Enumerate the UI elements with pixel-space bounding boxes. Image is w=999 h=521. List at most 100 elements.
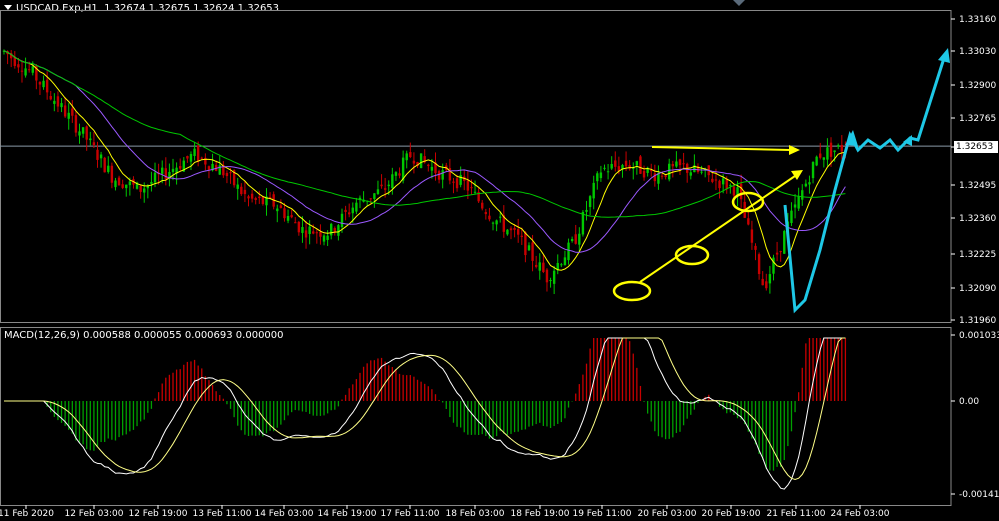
candle-body	[660, 175, 664, 177]
macd-y-tick-label: 0.001033	[959, 331, 999, 341]
candle-body	[45, 79, 49, 93]
candle-body	[711, 178, 714, 182]
candle-body	[729, 184, 732, 186]
candle-body	[283, 208, 286, 219]
price-chart[interactable]: 1.33160 1.33030 1.32900 1.32765 1.32653 1.324…	[0, 0, 999, 521]
candle-body	[797, 196, 800, 209]
candle-body	[775, 252, 779, 255]
candle-body	[473, 191, 477, 193]
candle-body	[63, 105, 67, 117]
candle-body	[355, 202, 358, 212]
candle-body	[337, 225, 340, 236]
candle-body	[808, 182, 811, 185]
candle-body	[470, 187, 473, 189]
candle-body	[276, 208, 279, 212]
support-arrow-line	[639, 175, 796, 283]
candle-body	[186, 156, 189, 159]
candle-body	[639, 156, 642, 174]
resistance-arrow-line	[651, 146, 791, 151]
candle-body	[754, 245, 757, 250]
candle-body	[534, 264, 538, 267]
candle-body	[819, 153, 822, 158]
candle-body	[585, 209, 588, 212]
macd-title: MACD(12,26,9) 0.000588 0.000055 0.000693…	[4, 330, 284, 341]
y-tick-label: 1.32090	[959, 284, 996, 294]
candle-body	[675, 161, 678, 167]
candle-body	[409, 152, 412, 158]
candle-body	[761, 278, 764, 286]
candle-body	[308, 226, 311, 235]
candle-body	[81, 127, 85, 134]
candle-body	[24, 68, 27, 76]
y-tick-label: 1.32360	[959, 214, 996, 224]
candle-body	[520, 235, 523, 237]
candle-body	[99, 154, 103, 159]
candle-body	[513, 228, 516, 230]
candle-body	[578, 233, 581, 245]
candle-body	[581, 211, 585, 235]
candle-body	[340, 213, 344, 228]
candle-body	[53, 100, 56, 104]
candle-body	[603, 167, 606, 169]
candle-body	[394, 172, 398, 176]
candle-body	[96, 149, 99, 160]
candle-body	[466, 180, 470, 191]
candle-body	[240, 186, 243, 195]
candle-body	[31, 66, 34, 73]
candle-body	[804, 183, 808, 187]
candle-body	[765, 281, 768, 289]
candle-body	[107, 165, 110, 172]
y-tick-label: 1.32765	[959, 114, 996, 124]
candle-body	[261, 196, 265, 205]
candle-body	[721, 178, 725, 185]
candle-body	[236, 184, 239, 189]
candle-body	[27, 69, 31, 71]
candle-body	[757, 254, 761, 275]
candle-body	[42, 80, 45, 88]
candle-body	[294, 222, 297, 224]
candle-body	[682, 163, 685, 165]
candle-body	[258, 196, 261, 198]
candle-body	[161, 167, 164, 174]
candle-body	[563, 257, 567, 266]
candle-body	[624, 160, 628, 167]
candle-body	[783, 231, 786, 254]
candle-body	[89, 138, 92, 141]
candle-body	[484, 212, 488, 215]
candle-body	[196, 145, 200, 162]
candle-body	[38, 81, 42, 85]
candle-body	[455, 178, 459, 189]
candle-body	[506, 229, 509, 235]
y-tick-label: 1.31960	[959, 316, 996, 326]
candle-body	[17, 64, 20, 68]
candle-body	[56, 96, 60, 107]
x-tick-label: 11 Feb 2020	[0, 509, 54, 519]
candle-body	[567, 242, 570, 261]
candle-body	[793, 204, 797, 208]
x-tick-label: 18 Feb 19:00	[510, 509, 569, 519]
candle-body	[700, 171, 703, 173]
x-tick-label: 18 Feb 03:00	[445, 509, 504, 519]
macd-y-tick-label: 0.00	[959, 397, 979, 407]
candle-body	[833, 150, 836, 153]
macd-pane-border	[0, 327, 952, 506]
candle-body	[495, 220, 498, 225]
candle-body	[85, 126, 88, 140]
current-price-tag: 1.32653	[954, 141, 998, 153]
candle-body	[380, 184, 383, 187]
candle-body	[419, 153, 423, 169]
candle-body	[150, 182, 153, 184]
candle-body	[347, 212, 351, 215]
candle-body	[189, 154, 193, 162]
candle-body	[614, 160, 617, 167]
x-tick-label: 21 Feb 11:00	[766, 509, 825, 519]
x-tick-label: 17 Feb 11:00	[380, 509, 439, 519]
macd-y-tick-label: -0.001415	[959, 490, 999, 500]
candle-body	[768, 274, 772, 284]
x-tick-label: 12 Feb 03:00	[64, 509, 123, 519]
candle-body	[481, 202, 484, 209]
candle-body	[114, 180, 117, 188]
candle-body	[286, 215, 290, 221]
candle-body	[725, 178, 728, 189]
candle-body	[20, 70, 24, 72]
